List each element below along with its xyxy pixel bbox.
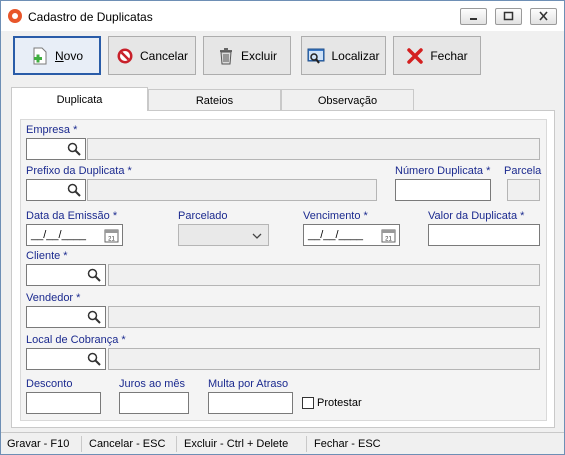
search-window-icon [307, 48, 325, 64]
form-area: Empresa * Prefixo da Duplicata * Número … [20, 119, 547, 421]
search-icon[interactable] [67, 183, 81, 197]
prefixo-code-input[interactable] [26, 179, 86, 201]
parcela-label: Parcela [504, 165, 542, 177]
status-fechar: Fechar - ESC [314, 438, 381, 450]
multa-label: Multa por Atraso [208, 378, 289, 390]
protestar-label: Protestar [317, 397, 362, 409]
localizar-button[interactable]: Localizar [301, 36, 386, 75]
multa-input[interactable] [208, 392, 293, 414]
app-logo-icon [8, 9, 22, 23]
calendar-icon[interactable]: 21 [104, 228, 119, 243]
numero-label: Número Duplicata * [395, 165, 491, 177]
data-emissao-input[interactable]: __/__/____ 21 [26, 224, 123, 246]
new-document-icon [33, 47, 47, 64]
local-cobranca-name-display [108, 348, 540, 370]
duplicata-panel: Empresa * Prefixo da Duplicata * Número … [11, 110, 555, 428]
close-window-button[interactable] [530, 8, 557, 25]
tab-observacao[interactable]: Observação [281, 89, 414, 111]
data-emissao-value: __/__/____ [31, 229, 87, 241]
excluir-button[interactable]: Excluir [203, 36, 291, 75]
title-bar: Cadastro de Duplicatas [1, 1, 564, 31]
status-cancelar: Cancelar - ESC [89, 438, 166, 450]
vendedor-code-input[interactable] [26, 306, 106, 328]
protestar-checkbox[interactable] [302, 397, 314, 409]
close-x-icon [407, 47, 424, 64]
vencimento-input[interactable]: __/__/____ 21 [303, 224, 400, 246]
local-cobranca-code-input[interactable] [26, 348, 106, 370]
novo-button[interactable]: Novo [13, 36, 101, 75]
valor-label: Valor da Duplicata * [428, 210, 525, 222]
tab-rateios[interactable]: Rateios [148, 89, 281, 111]
valor-duplicata-input[interactable] [428, 224, 540, 246]
local-cobranca-label: Local de Cobrança * [26, 334, 126, 346]
search-icon[interactable] [87, 268, 101, 282]
minimize-button[interactable] [460, 8, 487, 25]
svg-text:21: 21 [108, 237, 115, 243]
fechar-button[interactable]: Fechar [393, 36, 481, 75]
vencimento-label: Vencimento * [303, 210, 368, 222]
vencimento-value: __/__/____ [308, 229, 364, 241]
cliente-code-input[interactable] [26, 264, 106, 286]
parcela-display [507, 179, 540, 201]
window-title: Cadastro de Duplicatas [28, 10, 153, 24]
main-window: Cadastro de Duplicatas Novo Cancelar Exc… [0, 0, 565, 455]
status-bar: Gravar - F10 Cancelar - ESC Excluir - Ct… [1, 432, 564, 454]
status-divider [306, 436, 307, 452]
novo-label: Novo [54, 48, 84, 63]
maximize-button[interactable] [495, 8, 522, 25]
cancelar-button[interactable]: Cancelar [108, 36, 196, 75]
desconto-label: Desconto [26, 378, 73, 390]
excluir-label: Excluir [240, 48, 277, 63]
status-gravar: Gravar - F10 [7, 438, 70, 450]
cliente-name-display [108, 264, 540, 286]
search-icon[interactable] [87, 352, 101, 366]
juros-input[interactable] [119, 392, 189, 414]
calendar-icon[interactable]: 21 [381, 228, 396, 243]
status-excluir: Excluir - Ctrl + Delete [184, 438, 289, 450]
svg-text:21: 21 [385, 237, 392, 243]
prefixo-label: Prefixo da Duplicata * [26, 165, 132, 177]
minimize-icon [470, 18, 477, 20]
cancelar-label: Cancelar [139, 48, 189, 63]
maximize-icon [503, 11, 514, 21]
chevron-down-icon [252, 233, 262, 239]
vendedor-name-display [108, 306, 540, 328]
cliente-label: Cliente * [26, 250, 68, 262]
desconto-input[interactable] [26, 392, 101, 414]
status-divider [176, 436, 177, 452]
juros-label: Juros ao mês [119, 378, 186, 390]
status-divider [81, 436, 82, 452]
localizar-label: Localizar [331, 48, 380, 63]
empresa-code-input[interactable] [26, 138, 86, 160]
fechar-label: Fechar [430, 48, 468, 63]
parcelado-label: Parcelado [178, 210, 228, 222]
empresa-name-display [87, 138, 540, 160]
vendedor-label: Vendedor * [26, 292, 81, 304]
empresa-label: Empresa * [26, 124, 78, 136]
search-icon[interactable] [87, 310, 101, 324]
tab-duplicata[interactable]: Duplicata [11, 87, 148, 111]
search-icon[interactable] [67, 142, 81, 156]
cancel-icon [117, 48, 133, 63]
prefixo-name-display [87, 179, 377, 201]
data-emissao-label: Data da Emissão * [26, 210, 118, 222]
parcelado-select[interactable] [178, 224, 269, 246]
trash-icon [219, 47, 232, 64]
numero-duplicata-input[interactable] [395, 179, 491, 201]
close-icon [539, 11, 548, 21]
